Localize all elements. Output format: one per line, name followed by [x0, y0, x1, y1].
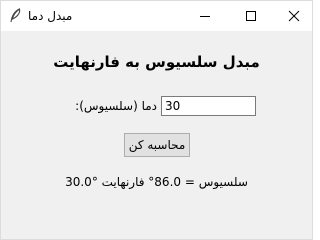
minimize-icon [200, 16, 210, 17]
main-content: مبدل سلسیوس به فارنهایت :دما (سلسیوس) مح… [1, 31, 312, 239]
temperature-label: :دما (سلسیوس) [75, 99, 157, 113]
maximize-icon [246, 11, 256, 21]
title-bar[interactable]: مبدل دما [1, 1, 312, 31]
app-window: مبدل دما مبدل سلسیوس به فارنهایت :دما (س… [0, 0, 313, 240]
result-text: 30.0° سلسیوس = 86.0° فارنهایت [65, 175, 248, 189]
close-icon [288, 10, 300, 22]
feather-icon [8, 8, 22, 24]
window-title: مبدل دما [28, 9, 73, 23]
page-title: مبدل سلسیوس به فارنهایت [53, 53, 260, 71]
close-button[interactable] [271, 1, 317, 31]
minimize-button[interactable] [182, 1, 228, 31]
maximize-button[interactable] [228, 1, 274, 31]
calculate-button[interactable]: محاسبه کن [124, 133, 190, 157]
temperature-input[interactable] [161, 96, 256, 116]
